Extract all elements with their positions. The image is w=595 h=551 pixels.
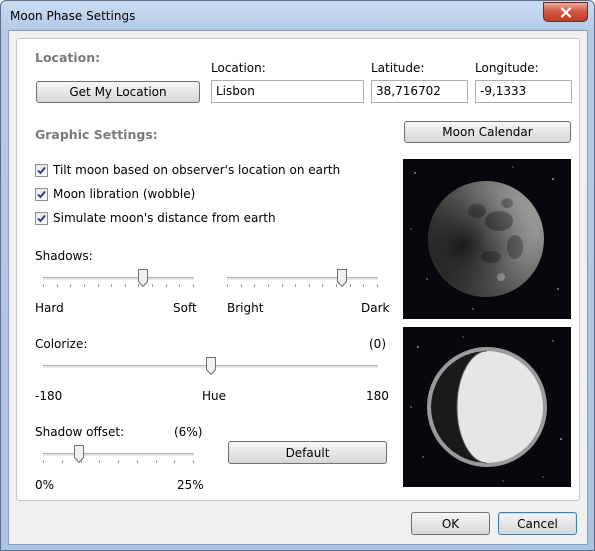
- slider-tick: [83, 284, 85, 287]
- slider-tick: [193, 284, 194, 287]
- slider-tick: [240, 284, 242, 287]
- slider-tick: [377, 284, 378, 287]
- slider-tick: [179, 284, 181, 287]
- slider-tick: [308, 284, 310, 287]
- shadow-hard-label: Hard: [35, 301, 64, 315]
- checkbox-box: [35, 163, 48, 177]
- checkbox-label: Moon libration (wobble): [53, 187, 196, 201]
- shadow-dark-label: Dark: [361, 301, 390, 315]
- slider-tick: [322, 284, 324, 287]
- shadow-bright-label: Bright: [227, 301, 264, 315]
- shadow-offset-min-label: 0%: [35, 478, 55, 492]
- colorize-min-label: -180: [35, 389, 63, 403]
- checkmark-icon: [37, 166, 46, 174]
- slider-tick: [56, 284, 58, 287]
- slider-tick: [165, 284, 167, 287]
- slider-tick: [254, 284, 256, 287]
- moon-render-preview: [403, 159, 571, 319]
- slider-thumb[interactable]: [336, 269, 347, 287]
- slider-tick: [174, 460, 176, 463]
- close-button[interactable]: [543, 2, 588, 22]
- location-section-title: Location:: [35, 50, 101, 65]
- shadow-offset-value: (6%): [174, 425, 203, 439]
- slider-tick: [43, 284, 44, 287]
- moon-phase-icon: [410, 336, 562, 482]
- slider-tick: [363, 284, 365, 287]
- checkbox-label: Tilt moon based on observer's location o…: [53, 163, 341, 177]
- slider-track: [227, 277, 378, 281]
- slider-tick: [155, 460, 157, 463]
- slider-tick: [349, 284, 351, 287]
- shadow-hardness-slider[interactable]: [43, 268, 194, 292]
- tilt-moon-checkbox[interactable]: Tilt moon based on observer's location o…: [35, 162, 340, 178]
- slider-tick: [80, 460, 82, 463]
- checkbox-label: Simulate moon's distance from earth: [53, 211, 276, 225]
- latitude-label: Latitude:: [371, 61, 425, 75]
- longitude-field[interactable]: -9,1333: [475, 80, 572, 103]
- slider-tick: [118, 460, 119, 463]
- slider-tick: [136, 460, 138, 463]
- colorize-hue-label: Hue: [202, 389, 227, 403]
- slider-tick: [336, 284, 338, 287]
- slider-tick: [193, 460, 194, 463]
- slider-tick: [124, 284, 126, 287]
- moon-libration-checkbox[interactable]: Moon libration (wobble): [35, 186, 195, 202]
- colorize-hue-slider[interactable]: [43, 356, 378, 380]
- location-field[interactable]: Lisbon: [211, 80, 364, 103]
- ok-button[interactable]: OK: [411, 512, 490, 535]
- slider-tick: [97, 284, 99, 287]
- slider-thumb[interactable]: [205, 357, 216, 375]
- get-my-location-button[interactable]: Get My Location: [36, 81, 200, 103]
- latitude-field[interactable]: 38,716702: [371, 80, 468, 103]
- shadow-offset-label: Shadow offset:: [35, 425, 125, 439]
- close-icon: [560, 6, 571, 18]
- shadow-soft-label: Soft: [173, 301, 197, 315]
- slider-thumb[interactable]: [74, 445, 85, 463]
- location-label: Location:: [211, 61, 266, 75]
- colorize-max-label: 180: [366, 389, 389, 403]
- slider-track: [43, 277, 194, 281]
- shadows-label: Shadows:: [35, 249, 93, 263]
- checkbox-box: [35, 211, 48, 225]
- colorize-label: Colorize:: [35, 337, 88, 351]
- slider-tick: [138, 284, 140, 287]
- slider-tick: [227, 284, 228, 287]
- slider-track: [43, 453, 194, 457]
- window-title: Moon Phase Settings: [10, 9, 136, 23]
- moon-phase-preview: [403, 327, 571, 487]
- moon-calendar-button[interactable]: Moon Calendar: [404, 121, 571, 143]
- slider-tick: [70, 284, 72, 287]
- dialog-window: Moon Phase Settings Location: Get My Loc…: [0, 0, 595, 551]
- checkbox-box: [35, 187, 48, 201]
- simulate-distance-checkbox[interactable]: Simulate moon's distance from earth: [35, 210, 276, 226]
- settings-panel: Location: Get My Location Location: Lisb…: [16, 38, 580, 501]
- slider-tick: [99, 460, 101, 463]
- default-button[interactable]: Default: [228, 441, 387, 464]
- slider-tick: [281, 284, 283, 287]
- longitude-label: Longitude:: [475, 61, 539, 75]
- moon-photo-image: [410, 166, 559, 310]
- slider-tick: [43, 460, 44, 463]
- shadow-offset-max-label: 25%: [177, 478, 204, 492]
- title-bar[interactable]: Moon Phase Settings: [1, 1, 594, 31]
- colorize-value: (0): [369, 337, 386, 351]
- checkmark-icon: [37, 190, 46, 198]
- dialog-client-area: Location: Get My Location Location: Lisb…: [8, 30, 588, 545]
- slider-tick: [111, 284, 113, 287]
- slider-tick: [152, 284, 154, 287]
- shadow-offset-slider[interactable]: [43, 444, 194, 468]
- slider-tick: [61, 460, 63, 463]
- checkmark-icon: [37, 214, 46, 222]
- shadow-brightness-slider[interactable]: [227, 268, 378, 292]
- graphic-section-title: Graphic Settings:: [35, 127, 158, 142]
- slider-tick: [267, 284, 269, 287]
- cancel-button[interactable]: Cancel: [498, 512, 577, 535]
- slider-tick: [295, 284, 297, 287]
